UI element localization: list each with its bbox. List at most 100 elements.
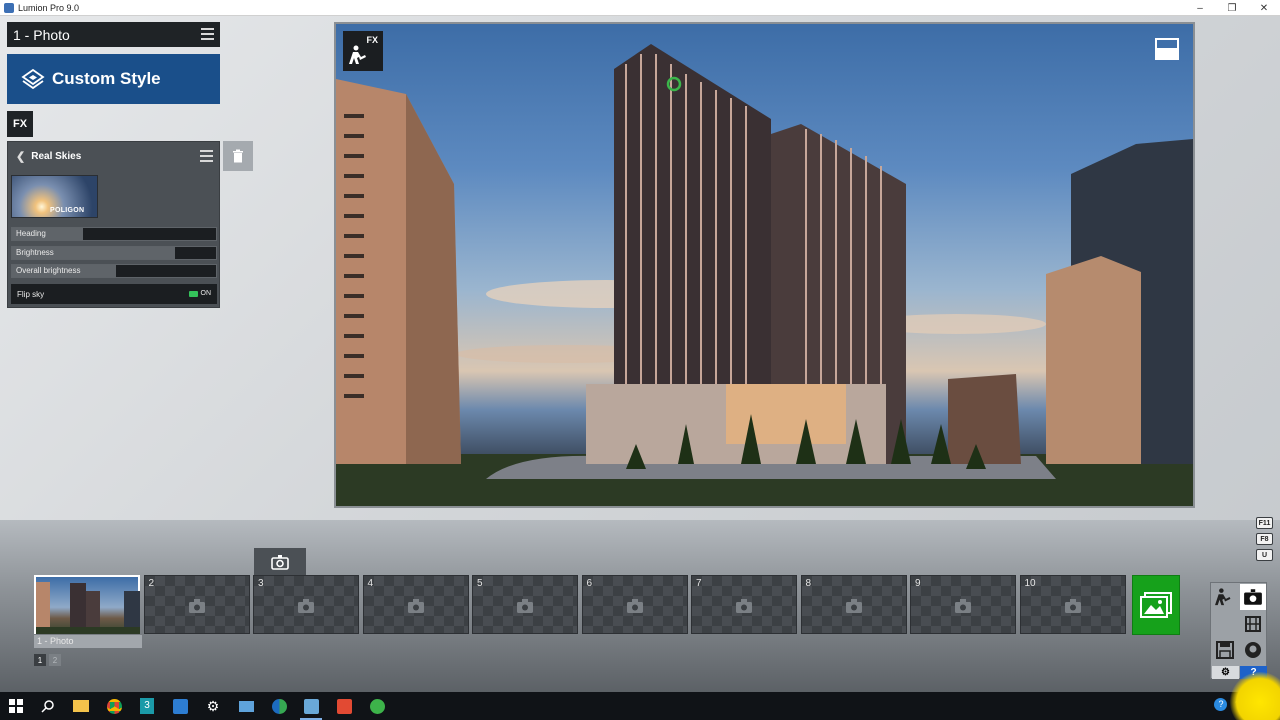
panorama-icon [1245,642,1261,658]
red-app-icon[interactable] [333,696,355,716]
photo-slot-active[interactable] [34,575,140,634]
fx-tab-label: FX [12,118,28,130]
effect-menu-icon[interactable] [200,150,213,162]
gallery-icon [1140,592,1172,618]
photo-title-bar: 1 - Photo [7,22,220,47]
photo-slot[interactable]: 4 [362,575,469,634]
monitor-app-icon[interactable] [235,696,257,716]
photo-slot[interactable]: 2 [143,575,250,634]
photo-slot[interactable]: 10 [1019,575,1126,634]
fx-badge-label: FX [366,35,378,45]
close-button[interactable]: ✕ [1248,0,1280,16]
layers-icon [21,68,45,90]
empty-slot-camera-icon [407,599,424,613]
file-explorer-icon[interactable] [70,696,92,716]
sky-thumbnail[interactable]: POLIGON [11,175,98,218]
fx-badge[interactable]: FX [343,31,383,71]
brightness-label: Brightness [16,248,54,257]
title-bar: Lumion Pro 9.0 – ❐ ✕ [0,0,1280,16]
help-tray-icon[interactable]: ? [1214,698,1228,711]
window-controls: – ❐ ✕ [1184,0,1280,16]
slot-number: 7 [696,578,702,589]
empty-slot-camera-icon [736,599,752,613]
menu-icon[interactable] [201,28,214,40]
overall-brightness-label: Overall brightness [16,266,81,275]
camera-icon [271,554,289,570]
flip-sky-row: Flip sky ON [11,284,217,304]
film-icon [1245,616,1261,632]
u-key[interactable]: U [1256,549,1273,561]
empty-slot-camera-icon [1064,599,1081,613]
settings-gear-icon[interactable]: ⚙ [1212,666,1239,679]
toggle-state: ON [200,290,212,297]
photo-slot[interactable]: 6 [581,575,688,634]
slot-thumbnail-image [36,582,140,634]
take-photo-tab[interactable] [254,548,306,575]
search-icon[interactable] [37,696,59,716]
custom-style-button[interactable]: Custom Style [7,54,220,104]
photo-slot[interactable]: 3 [253,575,359,634]
settings-icon[interactable]: ⚙ [202,696,224,716]
minimize-button[interactable]: – [1184,0,1216,16]
scene-image [336,44,1193,506]
back-chevron-icon[interactable]: ❮ [16,150,25,163]
photo-mode-button[interactable] [1240,584,1266,610]
effect-title: Real Skies [31,150,82,162]
slot-number: 8 [805,578,812,589]
empty-slot-camera-icon [298,599,314,613]
trash-icon [233,149,243,163]
photo-slot[interactable]: 5 [472,575,578,634]
flip-sky-label: Flip sky [17,289,45,299]
360-panorama-button[interactable] [1240,637,1266,663]
effect-header: ❮ Real Skies [8,142,219,170]
save-button[interactable] [1212,637,1238,663]
real-skies-panel: ❮ Real Skies POLIGON Heading Brightness … [7,141,220,308]
green-app-icon[interactable] [366,696,388,716]
heading-label: Heading [16,229,46,238]
photo-title: 1 - Photo [13,26,70,43]
empty-slot-camera-icon [626,599,643,613]
movie-mode-button[interactable] [1240,611,1266,637]
slot-number: 2 [148,578,155,589]
photo-slot[interactable]: 8 [800,575,907,634]
fx-tab[interactable]: FX [7,111,33,137]
sync-app-icon[interactable] [169,696,191,716]
active-slot-caption: 1 - Photo [34,635,142,648]
page-1-button[interactable]: 1 [34,654,46,666]
empty-slot-camera-icon [845,599,862,613]
flip-sky-toggle[interactable]: ON [188,290,212,297]
slot-number: 5 [477,578,483,589]
brightness-slider[interactable]: Brightness [11,246,217,260]
worker-icon [349,45,366,64]
slot-number: 9 [915,578,921,589]
empty-slot-camera-icon [955,599,971,613]
app-icon [4,2,14,13]
render-photo-button[interactable] [1132,575,1180,635]
delete-effect-button[interactable] [223,141,253,171]
start-icon[interactable] [5,696,27,716]
heading-slider[interactable]: Heading [11,227,217,241]
taskbar: 3 ⚙ ? ⌃ ♬ [0,672,1280,720]
chrome-icon[interactable] [103,696,125,716]
worker-mode-icon [1215,588,1231,606]
sketchup-icon[interactable] [268,696,290,716]
slot-number: 4 [367,578,374,589]
overall-brightness-slider[interactable]: Overall brightness [11,264,217,278]
build-mode-button[interactable] [1212,584,1238,610]
photo-slot[interactable]: 9 [910,575,1016,634]
lumion-taskbar-icon[interactable] [300,696,322,720]
restore-button[interactable]: ❐ [1216,0,1248,16]
f11-key[interactable]: F11 [1256,517,1273,529]
page-2-button[interactable]: 2 [49,654,61,666]
photo-slot[interactable]: 7 [691,575,797,634]
render-viewport[interactable]: FX [334,22,1195,508]
window-title: Lumion Pro 9.0 [18,2,80,13]
save-icon [1216,641,1234,659]
toggle-indicator-icon [188,290,198,297]
f8-key[interactable]: F8 [1256,533,1273,545]
fullscreen-toggle-icon[interactable] [1155,38,1179,60]
custom-style-label: Custom Style [52,69,161,88]
slot-number: 3 [258,578,264,589]
empty-slot-camera-icon [517,599,533,613]
3dsmax-icon[interactable]: 3 [136,696,158,716]
